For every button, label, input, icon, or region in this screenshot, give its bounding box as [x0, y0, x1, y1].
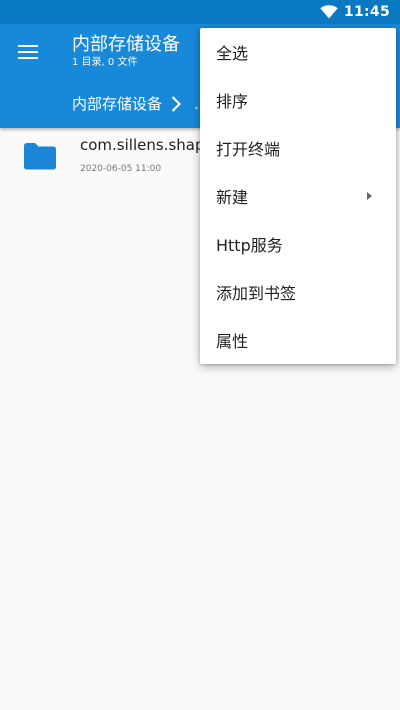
wifi-icon	[320, 5, 338, 19]
file-name: com.sillens.shape	[80, 136, 214, 154]
menu-button[interactable]	[8, 28, 48, 76]
menu-item-add-bookmark[interactable]: 添加到书签	[200, 268, 396, 316]
file-manager-screen: 11:45 内部存储设备 1 目录, 0 文件 内部存储设备 . com.sil…	[0, 0, 400, 710]
folder-icon	[24, 143, 56, 170]
status-bar: 11:45	[0, 0, 400, 24]
submenu-arrow-icon	[367, 192, 372, 200]
chevron-right-icon	[171, 96, 182, 112]
menu-item-http-service[interactable]: Http服务	[200, 220, 396, 268]
menu-item-properties[interactable]: 属性	[200, 316, 396, 364]
menu-item-label: 排序	[216, 92, 249, 111]
status-time: 11:45	[343, 4, 390, 20]
menu-item-label: 添加到书签	[216, 284, 297, 303]
title-block: 内部存储设备 1 目录, 0 文件	[72, 33, 180, 69]
menu-item-new[interactable]: 新建	[200, 172, 396, 220]
page-title: 内部存储设备	[72, 34, 180, 55]
page-subtitle: 1 目录, 0 文件	[72, 57, 138, 68]
file-date: 2020-06-05 11:00	[80, 164, 162, 174]
overflow-menu: 全选 排序 打开终端 新建 Http服务 添加到书签 属性	[200, 28, 396, 364]
menu-item-label: 打开终端	[216, 140, 281, 159]
menu-item-open-terminal[interactable]: 打开终端	[200, 124, 396, 172]
breadcrumb-item-root[interactable]: 内部存储设备	[72, 94, 162, 114]
menu-item-label: Http服务	[216, 236, 283, 255]
breadcrumb-item-current[interactable]: .	[194, 94, 199, 114]
menu-item-label: 全选	[216, 44, 249, 63]
hamburger-menu-icon	[18, 45, 38, 59]
menu-item-sort[interactable]: 排序	[200, 76, 396, 124]
menu-item-label: 新建	[216, 188, 249, 207]
menu-item-label: 属性	[216, 332, 249, 351]
menu-item-select-all[interactable]: 全选	[200, 28, 396, 76]
